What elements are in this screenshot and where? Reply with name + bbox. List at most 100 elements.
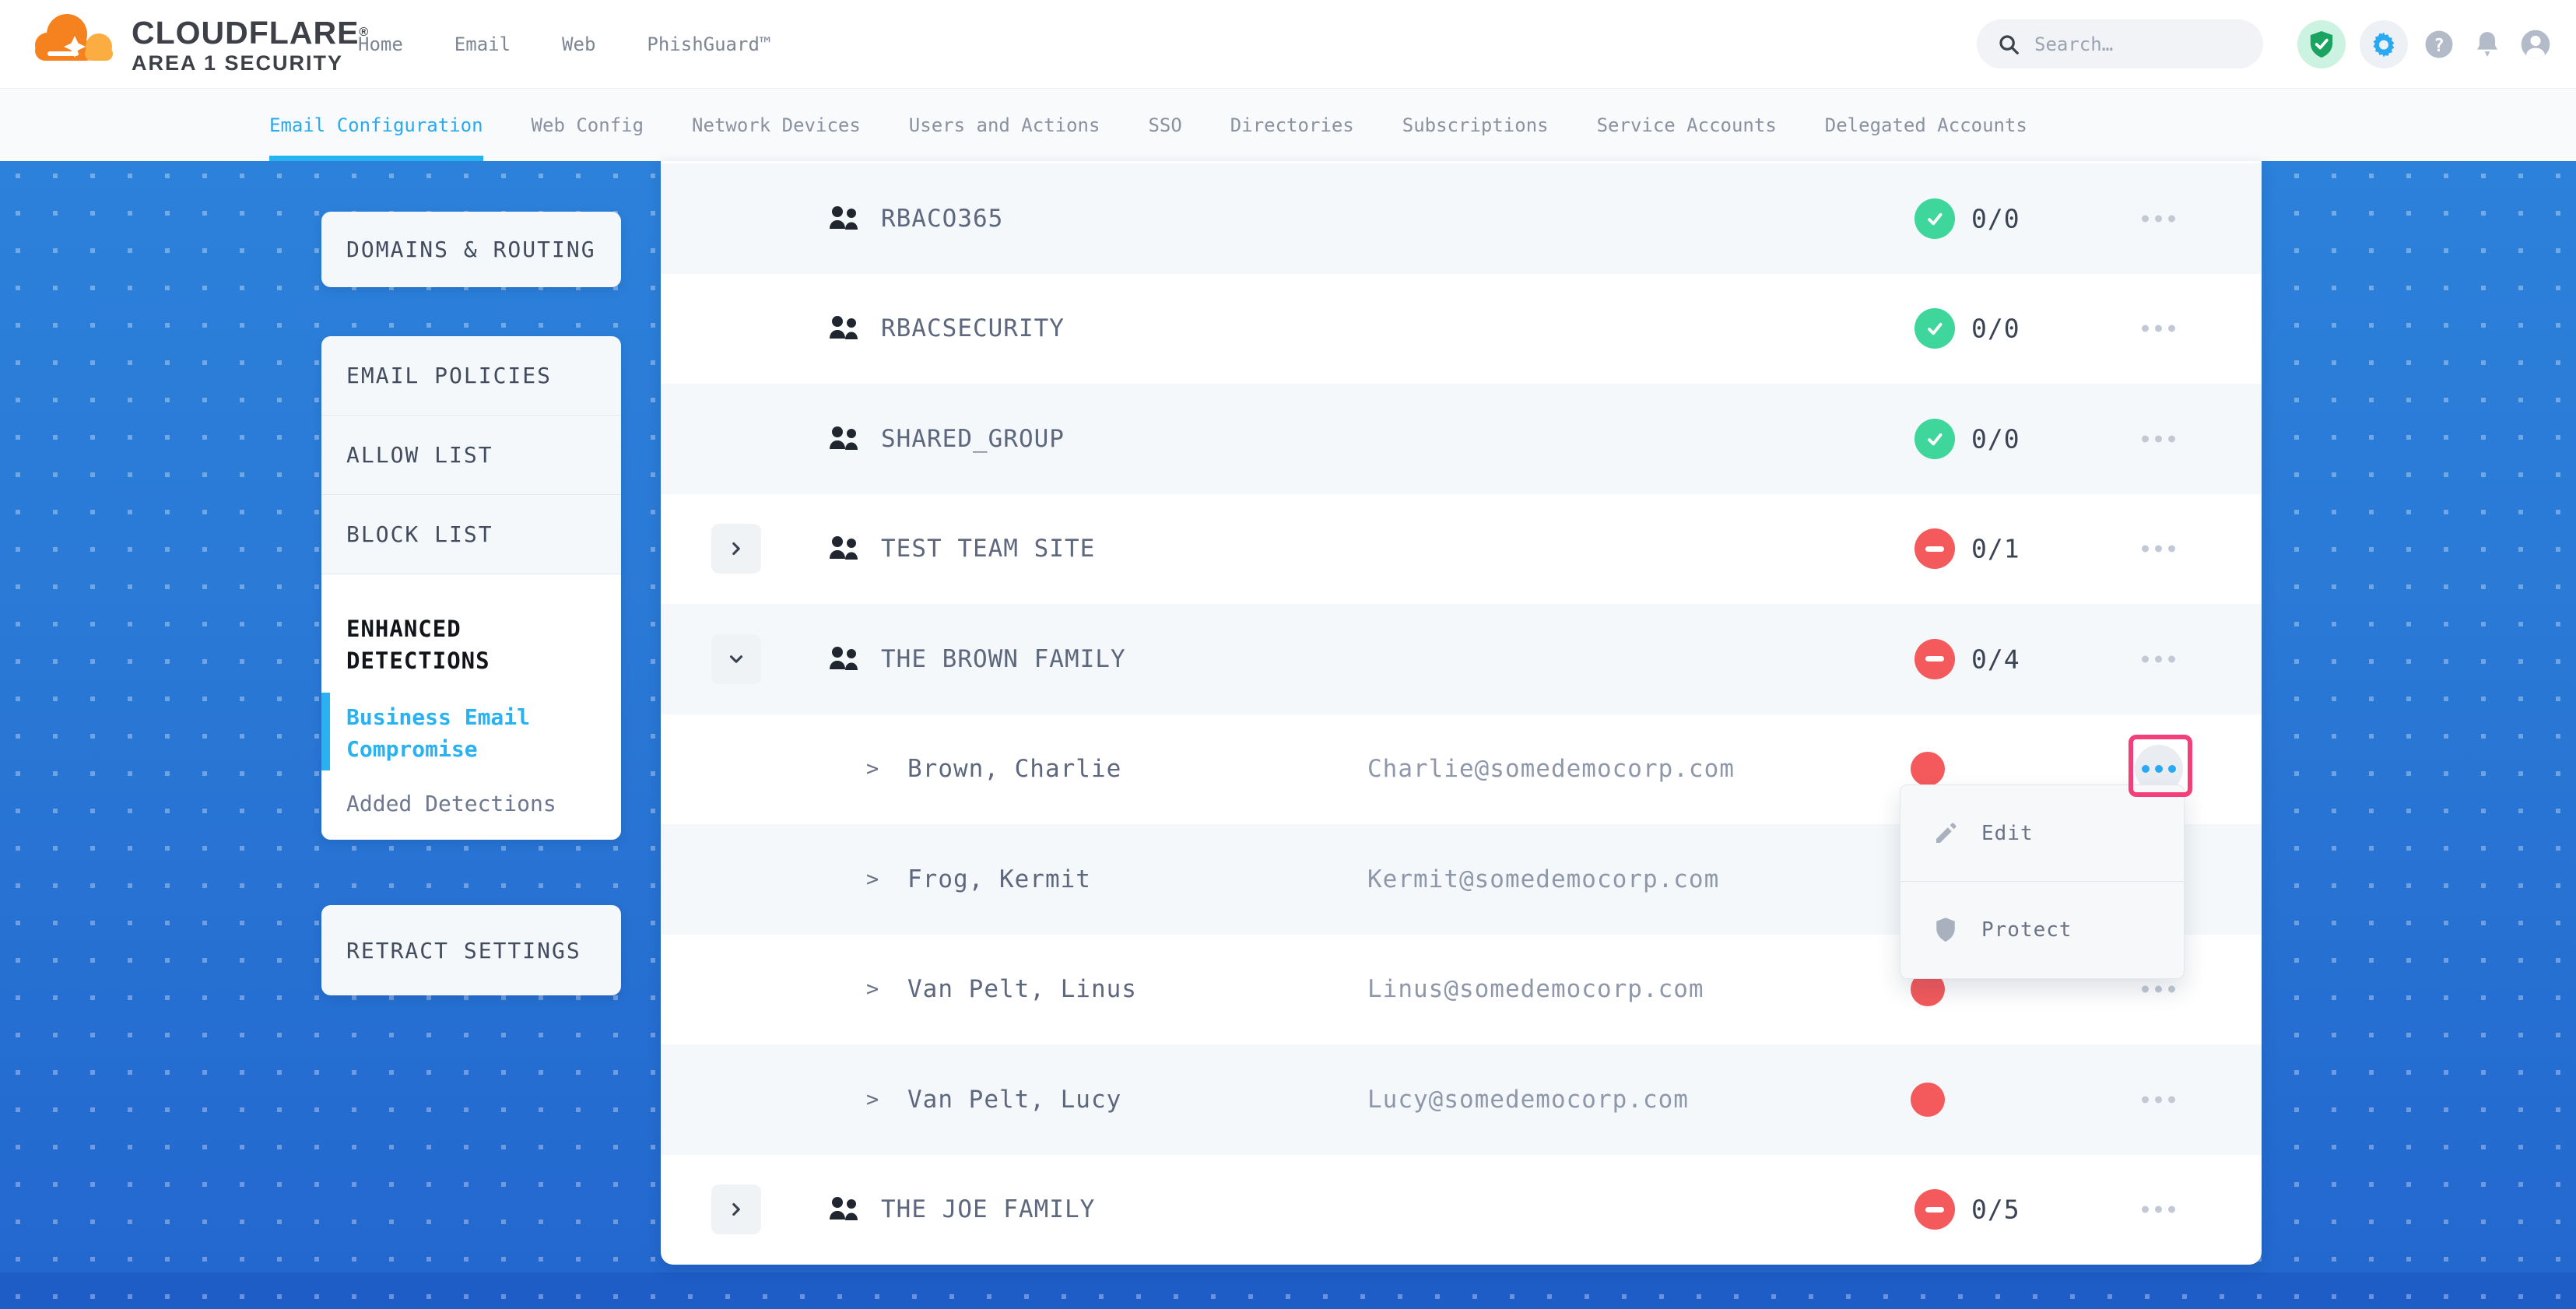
group-icon [827, 1196, 862, 1223]
row-menu-button[interactable] [2136, 986, 2180, 993]
enhanced-detections-title[interactable]: ENHANCED DETECTIONS [346, 613, 510, 677]
member-chevron: > [866, 977, 879, 1002]
table-row: RBACO365 0/0 [661, 163, 2262, 274]
member-name: Van Pelt, Linus [907, 975, 1137, 1003]
sidebar-item-business-email-compromise[interactable]: Business Email Compromise [346, 701, 545, 765]
edit-label: Edit [1981, 822, 2034, 845]
minus-icon [1925, 656, 1944, 662]
sidebar-item-block-list[interactable]: BLOCK LIST [321, 495, 621, 574]
domains-routing-label: DOMAINS & ROUTING [346, 237, 596, 262]
tab-web-config[interactable]: Web Config [532, 89, 644, 161]
chevron-right-icon [726, 539, 746, 559]
tab-delegated-accounts[interactable]: Delegated Accounts [1825, 89, 2027, 161]
header-actions: ? [1977, 0, 2553, 88]
verified-shield-button[interactable] [2297, 20, 2346, 68]
group-name: THE JOE FAMILY [881, 1195, 1095, 1223]
expand-row-button[interactable] [711, 524, 761, 574]
brand-name: CLOUDFLARE [132, 15, 359, 51]
check-icon [1923, 207, 1946, 230]
active-item-indicator [321, 693, 330, 770]
top-nav-home[interactable]: Home [358, 33, 403, 55]
member-name: Frog, Kermit [907, 865, 1091, 893]
sidebar-item-domains-routing[interactable]: DOMAINS & ROUTING [321, 212, 621, 287]
row-menu-button[interactable] [2136, 435, 2180, 442]
status-badge-ok [1914, 198, 1955, 239]
search-bar[interactable] [1977, 19, 2263, 68]
brand-subtitle: AREA 1 SECURITY [132, 50, 369, 76]
status-badge-ok [1914, 419, 1955, 459]
row-menu-button[interactable] [2136, 325, 2180, 332]
member-name: Brown, Charlie [907, 755, 1121, 783]
tab-service-accounts[interactable]: Service Accounts [1597, 89, 1777, 161]
main-content: DOMAINS & ROUTING EMAIL POLICIES ALLOW L… [0, 161, 2576, 1309]
app-header: CLOUDFLARE® AREA 1 SECURITY Home Email W… [0, 0, 2576, 88]
row-menu-button[interactable] [2136, 546, 2180, 553]
groups-table: RBACO365 0/0 RBACSECURITY 0/0 [661, 161, 2262, 1265]
sidebar-item-allow-list[interactable]: ALLOW LIST [321, 416, 621, 495]
table-row: THE BROWN FAMILY 0/4 [661, 604, 2262, 714]
table-row: > Van Pelt, Lucy Lucy@somedemocorp.com [661, 1044, 2262, 1155]
row-menu-button[interactable] [2136, 1096, 2180, 1103]
top-nav-email[interactable]: Email [454, 33, 511, 55]
tab-directories[interactable]: Directories [1230, 89, 1354, 161]
account-button[interactable] [2518, 27, 2553, 61]
status-dot-alert [1911, 752, 1945, 786]
block-list-label: BLOCK LIST [346, 521, 493, 547]
protection-fraction: 0/0 [1971, 423, 2020, 454]
cloudflare-logo[interactable]: CLOUDFLARE® AREA 1 SECURITY [30, 8, 369, 76]
group-icon [827, 205, 862, 232]
minus-icon [1925, 1207, 1944, 1212]
tab-email-configuration[interactable]: Email Configuration [269, 89, 483, 161]
row-context-menu: Edit Protect [1900, 784, 2185, 979]
member-email: Lucy@somedemocorp.com [1367, 1086, 1689, 1114]
tab-sso[interactable]: SSO [1148, 89, 1181, 161]
top-nav-phishguard[interactable]: PhishGuard™ [647, 33, 770, 55]
sidebar-item-retract-settings[interactable]: RETRACT SETTINGS [321, 905, 621, 995]
shield-icon [1933, 917, 1958, 943]
search-input[interactable] [2034, 33, 2229, 55]
sidebar-section-enhanced-detections: ENHANCED DETECTIONS Business Email Compr… [321, 574, 621, 840]
top-nav: Home Email Web PhishGuard™ [358, 0, 770, 88]
tab-users-and-actions[interactable]: Users and Actions [909, 89, 1100, 161]
pencil-icon [1933, 821, 1958, 846]
row-menu-button[interactable] [2136, 655, 2180, 662]
collapse-row-button[interactable] [711, 634, 761, 684]
table-row: SHARED_GROUP 0/0 [661, 384, 2262, 494]
group-name: TEST TEAM SITE [881, 535, 1095, 563]
row-menu-button[interactable] [2136, 215, 2180, 222]
group-icon [827, 535, 862, 562]
protection-fraction: 0/0 [1971, 314, 2020, 344]
minus-icon [1925, 546, 1944, 552]
group-name: THE BROWN FAMILY [881, 645, 1126, 673]
retract-settings-label: RETRACT SETTINGS [346, 938, 581, 963]
context-menu-item-edit[interactable]: Edit [1900, 785, 2184, 882]
shield-check-icon [2308, 30, 2335, 59]
group-icon [827, 426, 862, 452]
member-chevron: > [866, 1087, 879, 1111]
top-nav-web[interactable]: Web [562, 33, 595, 55]
svg-text:?: ? [2434, 35, 2444, 55]
status-badge-alert [1914, 528, 1955, 569]
sidebar-item-added-detections[interactable]: Added Detections [346, 791, 596, 816]
table-row: THE JOE FAMILY 0/5 [661, 1155, 2262, 1265]
status-dot-alert [1911, 1083, 1945, 1117]
notifications-button[interactable] [2470, 27, 2504, 61]
expand-row-button[interactable] [711, 1184, 761, 1234]
settings-button[interactable] [2360, 20, 2408, 68]
group-name: SHARED_GROUP [881, 425, 1065, 453]
tab-network-devices[interactable]: Network Devices [692, 89, 861, 161]
sidebar-item-email-policies[interactable]: EMAIL POLICIES [321, 336, 621, 416]
help-button[interactable]: ? [2422, 27, 2456, 61]
table-row: RBACSECURITY 0/0 [661, 274, 2262, 384]
email-policies-label: EMAIL POLICIES [346, 363, 552, 388]
protect-label: Protect [1981, 918, 2072, 942]
group-icon [827, 646, 862, 672]
context-menu-item-protect[interactable]: Protect [1900, 882, 2184, 978]
chevron-down-icon [726, 649, 746, 669]
tab-subscriptions[interactable]: Subscriptions [1402, 89, 1549, 161]
search-icon [1997, 33, 2020, 56]
group-icon [827, 315, 862, 342]
member-email: Linus@somedemocorp.com [1367, 975, 1704, 1003]
question-circle-icon: ? [2423, 28, 2455, 61]
row-menu-button[interactable] [2136, 1206, 2180, 1213]
